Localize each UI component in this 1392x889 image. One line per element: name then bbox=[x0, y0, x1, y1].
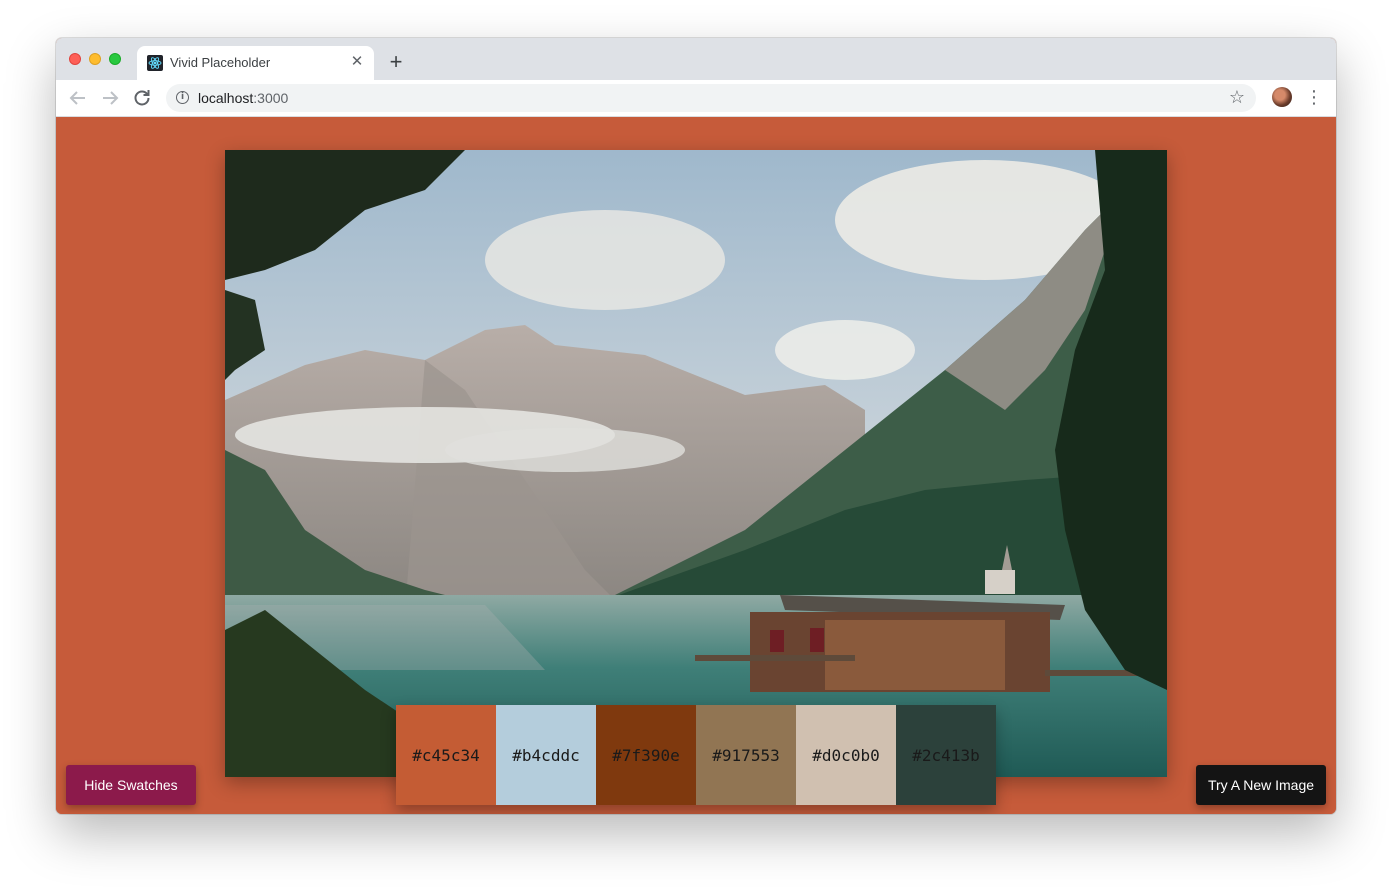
color-swatches: #c45c34 #b4cddc #7f390e #917553 #d0c0b0 … bbox=[396, 705, 996, 805]
swatch-2-label: #b4cddc bbox=[512, 745, 580, 765]
swatch-4[interactable]: #917553 bbox=[696, 705, 796, 805]
new-tab-button[interactable]: + bbox=[384, 50, 408, 74]
swatch-5[interactable]: #d0c0b0 bbox=[796, 705, 896, 805]
tab-strip: Vivid Placeholder ✕ + bbox=[56, 38, 1336, 80]
landscape-photo bbox=[225, 150, 1167, 777]
hide-swatches-button[interactable]: Hide Swatches bbox=[66, 765, 196, 805]
try-new-image-button[interactable]: Try A New Image bbox=[1196, 765, 1326, 805]
close-tab-icon[interactable]: ✕ bbox=[348, 53, 366, 71]
tab-title: Vivid Placeholder bbox=[170, 55, 271, 70]
minimize-window-button[interactable] bbox=[89, 53, 101, 65]
maximize-window-button[interactable] bbox=[109, 53, 121, 65]
back-arrow-icon[interactable] bbox=[66, 86, 90, 110]
page-viewport: #c45c34 #b4cddc #7f390e #917553 #d0c0b0 … bbox=[56, 117, 1336, 814]
close-window-button[interactable] bbox=[69, 53, 81, 65]
swatch-3[interactable]: #7f390e bbox=[596, 705, 696, 805]
more-menu-icon[interactable]: ⋮ bbox=[1304, 86, 1324, 110]
swatch-1[interactable]: #c45c34 bbox=[396, 705, 496, 805]
address-bar[interactable]: i localhost:3000 ☆ bbox=[166, 84, 1256, 112]
url-port: :3000 bbox=[253, 90, 289, 106]
reload-icon[interactable] bbox=[130, 86, 154, 110]
browser-window: Vivid Placeholder ✕ + i localhost:3000 ☆… bbox=[56, 38, 1336, 814]
swatch-4-label: #917553 bbox=[712, 745, 780, 765]
swatch-6-label: #2c413b bbox=[912, 745, 980, 765]
browser-toolbar: i localhost:3000 ☆ ⋮ bbox=[56, 80, 1336, 117]
swatch-3-label: #7f390e bbox=[612, 745, 680, 765]
swatch-1-label: #c45c34 bbox=[412, 745, 480, 765]
forward-arrow-icon[interactable] bbox=[98, 86, 122, 110]
swatch-2[interactable]: #b4cddc bbox=[496, 705, 596, 805]
react-icon bbox=[147, 55, 163, 71]
profile-avatar[interactable] bbox=[1272, 87, 1292, 107]
info-icon[interactable]: i bbox=[176, 91, 189, 104]
url-text[interactable]: localhost:3000 bbox=[198, 90, 288, 106]
url-host: localhost bbox=[198, 90, 254, 106]
swatch-5-label: #d0c0b0 bbox=[812, 745, 880, 765]
browser-tab[interactable]: Vivid Placeholder ✕ bbox=[137, 46, 374, 80]
bookmark-star-icon[interactable]: ☆ bbox=[1226, 87, 1248, 109]
swatch-6[interactable]: #2c413b bbox=[896, 705, 996, 805]
